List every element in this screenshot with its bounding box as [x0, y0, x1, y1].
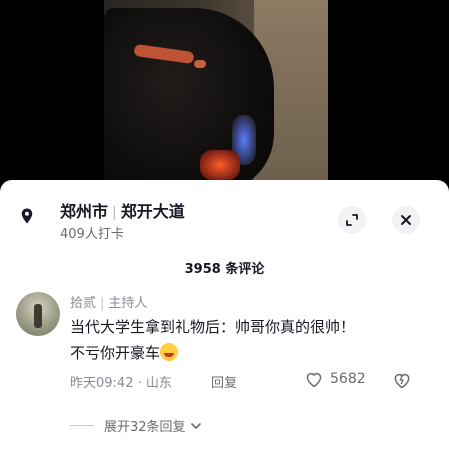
like-count: 5682: [330, 371, 366, 387]
car-tail-light: [200, 150, 240, 180]
location-city: 郑州市: [60, 202, 109, 221]
location-bar[interactable]: 郑州市 | 郑开大道 409人打卡: [0, 194, 449, 242]
close-button[interactable]: [392, 206, 420, 234]
video-player[interactable]: [0, 0, 449, 180]
car-trim-light-small: [194, 60, 206, 68]
avatar[interactable]: [16, 292, 60, 336]
expand-icon: [346, 214, 358, 226]
comment-meta: 昨天09:42 · 山东: [70, 376, 172, 391]
comment-author-line[interactable]: 拾贰 | 主持人: [70, 292, 147, 311]
heart-icon: [306, 372, 322, 388]
avatar-figure: [34, 304, 42, 328]
like-button[interactable]: 5682: [304, 370, 366, 388]
comment-text-line2: 不亏你开豪车: [70, 340, 430, 366]
close-icon: [401, 215, 411, 225]
location-pin-icon: [21, 208, 33, 224]
video-frame: [104, 0, 328, 180]
expand-replies-label: 展开32条回复: [104, 420, 186, 435]
comment-text-line1: 当代大学生拿到礼物后：帅哥你真的很帅！: [70, 318, 356, 336]
expand-replies-button[interactable]: 展开32条回复: [70, 416, 202, 435]
comment-text: 当代大学生拿到礼物后：帅哥你真的很帅！ 不亏你开豪车: [70, 314, 430, 366]
location-separator: |: [112, 205, 117, 221]
author-role-badge: 主持人: [108, 296, 148, 311]
reply-button[interactable]: 回复: [211, 372, 237, 391]
comment-text-line2-content: 不亏你开豪车: [70, 344, 161, 362]
replies-divider-line: [70, 425, 94, 426]
chevron-down-icon: [190, 422, 201, 429]
location-title[interactable]: 郑州市 | 郑开大道: [60, 198, 185, 222]
expand-button[interactable]: [338, 206, 366, 234]
laugh-emoji-icon: [160, 343, 179, 361]
author-separator: |: [100, 296, 105, 311]
comment-count: 3958 条评论: [184, 262, 265, 277]
comment-author: 拾贰: [70, 296, 97, 311]
comment-time: 昨天09:42: [70, 376, 134, 391]
comment-sheet: 郑州市 | 郑开大道 409人打卡 3958 条评论 拾贰 | 主持人 当代大学生拿到礼…: [0, 180, 449, 454]
dislike-heart-icon[interactable]: [392, 370, 412, 390]
location-road: 郑开大道: [120, 202, 185, 221]
comment-region: 山东: [145, 376, 172, 391]
location-checkins: 409人打卡: [60, 227, 124, 242]
